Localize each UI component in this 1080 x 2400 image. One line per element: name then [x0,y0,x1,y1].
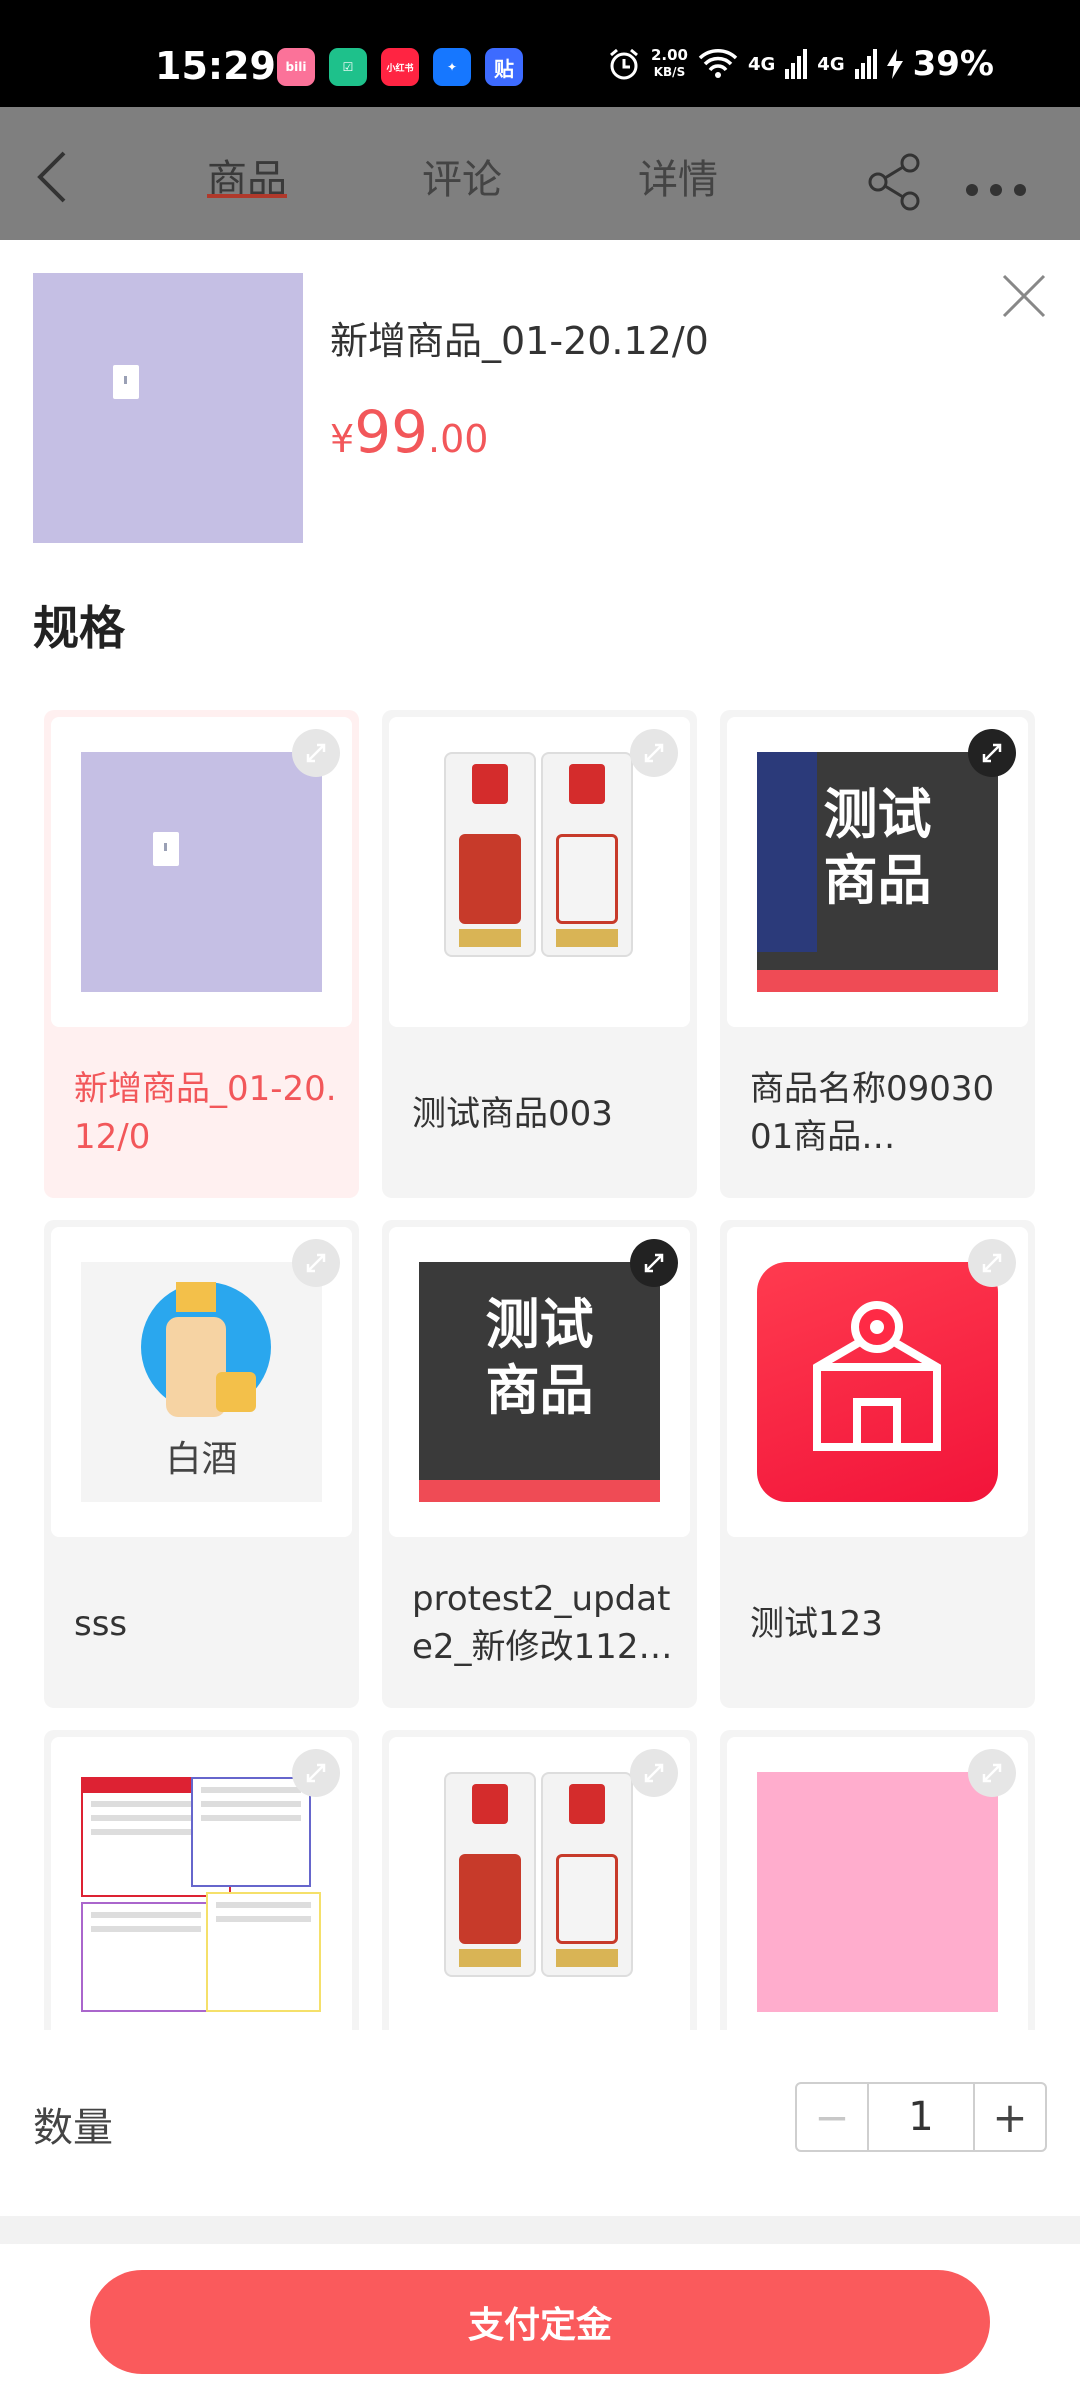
alarm-icon [610,48,638,80]
product-thumbnail [33,273,303,543]
decrease-button[interactable]: − [797,2084,869,2150]
spec-option-label: protest2_update2_新修改112… [412,1579,673,1667]
back-arrow-icon[interactable] [30,147,74,207]
spec-option-2[interactable]: 测试商品003 [382,710,697,1198]
signal-bars-icon-2 [854,49,877,79]
network-speed: 2.00 KB/S [650,46,688,80]
expand-icon[interactable] [292,1749,340,1797]
image-placeholder-icon [153,832,179,866]
spec-option-5[interactable]: 测试商品 protest2_update2_新修改112… [382,1220,697,1708]
expand-icon[interactable] [630,1749,678,1797]
spec-option-label: 测试商品003 [412,1094,613,1134]
expand-icon[interactable] [968,729,1016,777]
spec-option-label: 测试123 [750,1604,883,1644]
green-app-icon: ☑ [329,48,367,86]
xiaohongshu-icon: 小红书 [381,48,419,86]
page-header: 商品 评论 详情 [0,107,1080,240]
section-divider [0,2216,1080,2244]
spec-section-title: 规格 [33,601,125,655]
status-right: 2.00 KB/S 4G 4G 39% [607,44,994,84]
tab-comments[interactable]: 评论 [422,147,502,205]
spec-option-label: 商品名称0903001商品… [750,1069,995,1157]
share-icon[interactable] [866,153,922,211]
spec-option-image [51,717,352,1027]
spec-option-image: 白酒 [51,1227,352,1537]
expand-icon[interactable] [968,1749,1016,1797]
price-decimal: .00 [428,417,489,461]
spec-option-image [389,1737,690,2030]
spec-option-6[interactable]: 测试123 [720,1220,1035,1708]
expand-icon[interactable] [968,1239,1016,1287]
wifi-icon [698,49,738,78]
status-bar: 15:29 bili ☑ 小红书 ✦ 贴 2.00 KB/S 4G 4G 39% [0,0,1080,107]
expand-icon[interactable] [630,1239,678,1287]
increase-button[interactable]: + [973,2084,1045,2150]
expand-icon[interactable] [630,729,678,777]
store-location-icon [813,1301,941,1451]
price-integer: 99 [354,398,428,466]
spec-option-3[interactable]: 测试商品 商品名称0903001商品… [720,710,1035,1198]
form-screenshot-image [81,1777,322,2017]
spec-option-image [727,1737,1028,2030]
active-tab-indicator [207,194,287,198]
spec-option-label: 新增商品_01-20.12/0 [74,1069,337,1157]
spec-option-9[interactable] [720,1730,1035,2030]
image-placeholder-icon [113,365,139,399]
spec-option-8[interactable] [382,1730,697,2030]
pink-placeholder-image [757,1772,998,2012]
product-price: ¥99.00 [330,398,488,466]
bottle-right [541,752,633,957]
blue-app-icon: ✦ [433,48,471,86]
expand-icon[interactable] [292,1239,340,1287]
picture-caption: 白酒 [165,1439,238,1480]
dark-test-product-image: 测试商品 [757,752,998,992]
signal-4g-label: 4G [747,53,776,75]
picture-caption: 测试商品 [823,783,932,912]
expand-icon[interactable] [292,729,340,777]
baijiu-icon-image: 白酒 [81,1262,322,1502]
tieba-icon: 贴 [485,48,523,86]
status-time: 15:29 [155,44,276,88]
spec-option-7[interactable] [44,1730,359,2030]
signal-4g-label-2: 4G [817,53,845,75]
spec-option-image [389,717,690,1027]
spec-option-4[interactable]: 白酒 sss [44,1220,359,1708]
dark-test-product-image: 测试商品 [419,1262,660,1502]
bottle-right [541,1772,633,1977]
status-app-icons: bili ☑ 小红书 ✦ 贴 [277,48,523,86]
baijiu-bottles-image [419,752,660,992]
product-title: 新增商品_01-20.12/0 [330,319,709,363]
spec-option-1[interactable]: 新增商品_01-20.12/0 [44,710,359,1198]
picture-caption: 测试商品 [485,1293,594,1422]
baijiu-bottles-image [419,1772,660,2012]
close-icon[interactable] [1000,272,1048,320]
signal-bars-icon [785,49,808,79]
quantity-value[interactable]: 1 [869,2084,973,2150]
bottle-left [444,1772,536,1977]
pay-deposit-button[interactable]: 支付定金 [90,2270,990,2374]
spec-option-image [727,1227,1028,1537]
spec-grid: 新增商品_01-20.12/0 测试商品003 测试商品 商品名称0903001… [0,700,1080,2030]
price-symbol: ¥ [330,417,355,461]
battery-percent: 39% [912,44,994,84]
spec-option-image [51,1737,352,2030]
quantity-stepper: − 1 + [795,2082,1047,2152]
lavender-placeholder-image [81,752,322,992]
charging-icon [886,49,903,79]
spec-option-image: 测试商品 [727,717,1028,1027]
red-store-icon-image [757,1262,998,1502]
bilibili-icon: bili [277,48,315,86]
spec-option-label: sss [74,1604,128,1644]
more-icon[interactable] [965,183,1027,197]
spec-option-image: 测试商品 [389,1227,690,1537]
tab-detail[interactable]: 详情 [638,147,718,205]
quantity-label: 数量 [33,2105,113,2151]
bottle-left [444,752,536,957]
